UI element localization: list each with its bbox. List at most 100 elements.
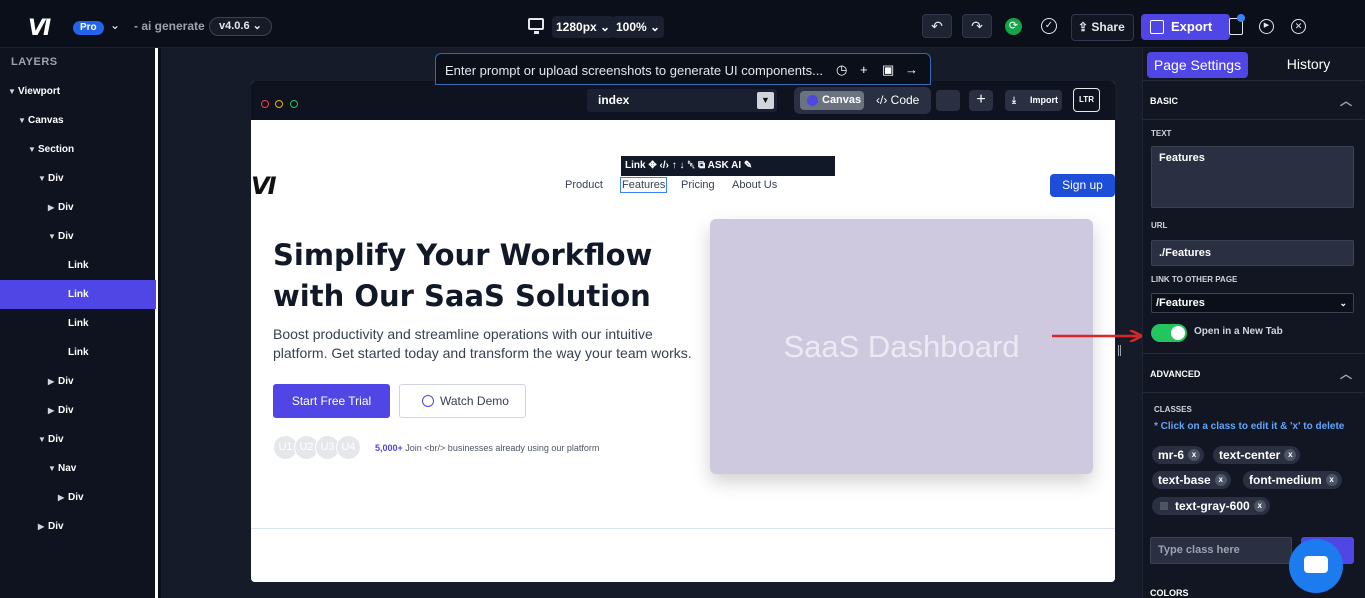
link-page-label: LINK TO OTHER PAGE: [1151, 275, 1238, 284]
check-icon[interactable]: ✓: [1041, 18, 1057, 34]
new-tab-toggle[interactable]: [1151, 324, 1187, 342]
layer-item[interactable]: ▼ Div: [0, 222, 156, 251]
nav-link-about[interactable]: About Us: [732, 179, 777, 191]
version-select[interactable]: v4.0.6 ⌄: [209, 17, 272, 36]
layer-item[interactable]: ▶ Div: [0, 367, 156, 396]
watch-demo-button[interactable]: Watch Demo: [399, 384, 526, 418]
resize-handle[interactable]: [1118, 345, 1121, 356]
class-chip[interactable]: text-gray-600 x: [1152, 497, 1270, 515]
layer-item[interactable]: ▼ Nav: [0, 454, 156, 483]
caret-right-icon[interactable]: ▶: [48, 396, 58, 425]
class-chip[interactable]: text-center x: [1213, 446, 1301, 464]
redo-button[interactable]: ↷: [962, 14, 992, 38]
monitor-icon[interactable]: [528, 18, 544, 34]
caret-down-icon[interactable]: ▼: [38, 164, 48, 193]
site-logo: VI: [251, 172, 276, 200]
caret-right-icon[interactable]: ▶: [48, 193, 58, 222]
layer-item[interactable]: ▼ Canvas: [0, 106, 156, 135]
import-button[interactable]: ⤓ Import: [1005, 90, 1062, 111]
undo-button[interactable]: ↶: [922, 14, 952, 38]
code-mode-button[interactable]: ‹/› Code: [876, 91, 919, 110]
text-field-label: TEXT: [1151, 129, 1172, 138]
tab-page-settings[interactable]: Page Settings: [1147, 52, 1248, 78]
chevron-down-icon[interactable]: ⌄: [110, 18, 120, 32]
nav-link-pricing[interactable]: Pricing: [681, 179, 715, 191]
caret-right-icon[interactable]: ▶: [48, 367, 58, 396]
signup-button[interactable]: Sign up: [1050, 174, 1115, 197]
layer-item[interactable]: Link: [0, 309, 156, 338]
text-field[interactable]: Features: [1151, 146, 1354, 208]
tab-history[interactable]: History: [1261, 56, 1356, 72]
project-name: - ai generate: [134, 19, 205, 33]
page-select-value: index: [598, 93, 630, 107]
history-icon[interactable]: ◷: [836, 62, 847, 78]
link-page-select[interactable]: /Features ⌄: [1151, 293, 1354, 313]
caret-down-icon[interactable]: ▼: [8, 77, 18, 106]
resolution-select[interactable]: 1280px ⌄: [552, 16, 615, 38]
remove-class-icon[interactable]: x: [1325, 474, 1338, 486]
class-input[interactable]: Type class here: [1150, 537, 1292, 564]
basic-section-header[interactable]: BASIC ︿: [1143, 80, 1364, 120]
site-preview: VI Product Features Pricing About Us Sig…: [251, 120, 1115, 582]
blank-toolbar-button[interactable]: [936, 90, 960, 111]
caret-down-icon[interactable]: ▼: [18, 106, 28, 135]
remove-class-icon[interactable]: x: [1284, 449, 1297, 461]
add-icon[interactable]: +: [969, 90, 993, 111]
remove-class-icon[interactable]: x: [1214, 474, 1227, 486]
social-count: 5,000+: [375, 443, 403, 453]
caret-down-icon[interactable]: ▼: [48, 222, 58, 251]
remove-class-icon[interactable]: x: [1188, 449, 1201, 461]
class-chip[interactable]: font-medium x: [1243, 471, 1342, 489]
zoom-select[interactable]: 100% ⌄: [612, 16, 665, 38]
layer-item[interactable]: ▼ Div: [0, 164, 156, 193]
layer-item[interactable]: Link: [0, 251, 156, 280]
caret-down-icon[interactable]: ▼: [38, 425, 48, 454]
remove-class-icon[interactable]: x: [1253, 500, 1266, 512]
prompt-input[interactable]: Enter prompt or upload screenshots to ge…: [435, 53, 931, 85]
class-chip[interactable]: text-base x: [1152, 471, 1231, 489]
direction-button[interactable]: LTR: [1073, 88, 1100, 112]
add-icon[interactable]: +: [860, 62, 868, 77]
caret-down-icon[interactable]: ▼: [28, 135, 38, 164]
share-button[interactable]: ⇪ Share: [1071, 14, 1134, 41]
play-icon[interactable]: ▶: [1259, 19, 1274, 34]
url-field-label: URL: [1151, 221, 1168, 230]
caret-right-icon[interactable]: ▶: [58, 483, 68, 512]
advanced-section-header[interactable]: ADVANCED ︿: [1143, 353, 1364, 393]
play-circle-icon: [422, 395, 434, 407]
chat-bubble-icon[interactable]: [1289, 539, 1343, 593]
link-page-value: /Features: [1156, 297, 1205, 309]
layer-item[interactable]: ▶ Div: [0, 512, 156, 541]
nav-link-features[interactable]: Features: [620, 177, 668, 193]
class-chip[interactable]: mr-6 x: [1152, 446, 1205, 464]
layer-item[interactable]: ▼ Section: [0, 135, 156, 164]
image-icon[interactable]: ▣: [882, 62, 894, 78]
classes-help: * Click on a class to edit it & 'x' to d…: [1154, 421, 1345, 432]
share-label: Share: [1091, 20, 1125, 34]
export-button[interactable]: Export: [1141, 14, 1230, 40]
colors-section-header[interactable]: COLORS: [1150, 588, 1189, 598]
caret-down-icon[interactable]: ▼: [48, 454, 58, 483]
element-toolbar[interactable]: Link ✥ ‹/› ↑ ↓ ␡ ⧉ ASK AI ✎: [621, 156, 835, 176]
layer-item[interactable]: ▶ Div: [0, 193, 156, 222]
watch-demo-label: Watch Demo: [440, 394, 509, 408]
download-icon: ⤓: [1012, 95, 1016, 105]
layer-item[interactable]: ▼ Viewport: [0, 77, 156, 106]
page-select[interactable]: index ▼: [587, 89, 777, 112]
layer-item[interactable]: Link: [0, 338, 156, 367]
layer-item[interactable]: ▼ Div: [0, 425, 156, 454]
sync-icon[interactable]: ⟳: [1005, 18, 1022, 35]
layer-item-label: Div: [68, 492, 84, 503]
layer-item[interactable]: ▶ Div: [0, 396, 156, 425]
canvas-mode-button[interactable]: Canvas: [800, 91, 864, 110]
layer-item-label: Div: [48, 434, 64, 445]
cloud-upload-icon: ⇪: [1078, 20, 1089, 34]
close-icon[interactable]: ✕: [1291, 19, 1306, 34]
start-trial-button[interactable]: Start Free Trial: [273, 384, 390, 418]
layer-item[interactable]: ▶ Div: [0, 483, 156, 512]
arrow-right-icon[interactable]: →: [905, 62, 918, 77]
url-field[interactable]: ./Features: [1151, 240, 1354, 266]
nav-link-product[interactable]: Product: [565, 179, 603, 191]
caret-right-icon[interactable]: ▶: [38, 512, 48, 541]
layer-item[interactable]: Link: [0, 280, 156, 309]
